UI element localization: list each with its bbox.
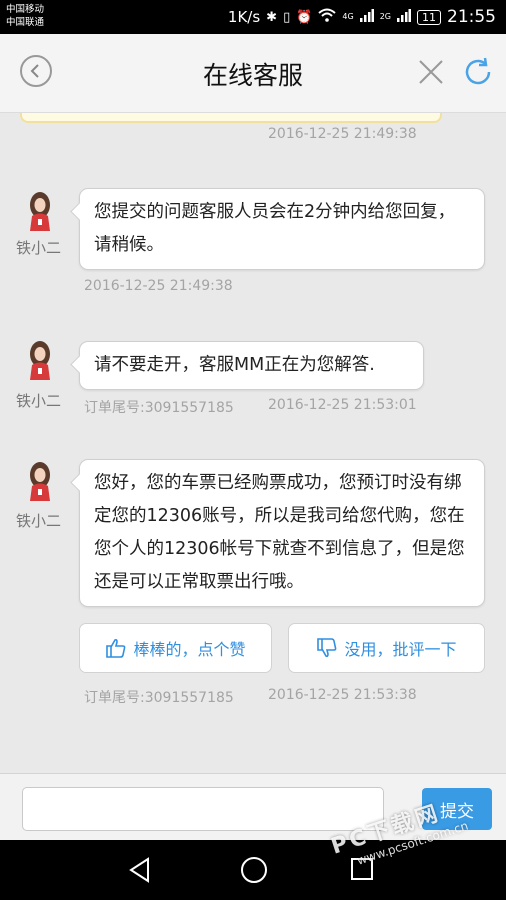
status-icons: 1K/s ✱ ▯ ⏰ 4G 2G 11 21:55 [228,6,496,28]
vibrate-icon: ▯ [283,9,291,25]
nav-home-icon[interactable] [239,855,269,885]
message-bubble: 请不要走开，客服MM正在为您解答. [79,341,424,390]
sender-name: 铁小二 [16,392,62,410]
message-timestamp: 2016-12-25 21:53:01 [268,397,417,413]
dislike-button-label: 没用，批评一下 [344,640,457,659]
bluetooth-icon: ✱ [266,9,278,25]
header: 在线客服 [0,34,506,113]
carrier-1: 中国移动 [6,4,45,15]
wifi-icon [318,8,337,26]
carrier-info: 中国移动 中国联通 [6,3,44,29]
thumbs-down-icon [317,638,337,658]
avatar [30,462,50,501]
order-number: 订单尾号:3091557185 [84,400,234,416]
chat-area[interactable]: 2016-12-25 21:49:38 铁小二 您提交的问题客服人员会在2分钟内… [0,113,506,773]
avatar [30,341,50,380]
message-bubble: 您好，您的车票已经购票成功，您预订时没有绑定您的12306账号，所以是我司给您代… [79,459,485,607]
message-bubble: 您提交的问题客服人员会在2分钟内给您回复，请稍候。 [79,188,485,270]
message-timestamp: 2016-12-25 21:53:38 [268,687,417,703]
message-input[interactable] [22,787,384,831]
message-timestamp: 2016-12-25 21:49:38 [84,278,233,294]
network-2g-label: 2G [379,12,391,21]
like-button-label: 棒棒的，点个赞 [133,640,246,659]
message-timestamp: 2016-12-25 21:49:38 [268,126,417,142]
network-speed: 1K/s [227,8,261,26]
dislike-button[interactable]: 没用，批评一下 [288,623,485,673]
alarm-icon: ⏰ [296,9,313,25]
nav-back-icon[interactable] [128,857,152,883]
carrier-2: 中国联通 [6,17,45,28]
refresh-icon[interactable] [462,56,494,88]
network-4g-label: 4G [342,12,354,21]
signal-icon [359,8,374,26]
signal-icon [397,8,411,26]
system-nav-bar [0,840,506,900]
thumbs-up-icon [106,638,126,658]
close-icon[interactable] [417,58,445,86]
status-bar: 中国移动 中国联通 1K/s ✱ ▯ ⏰ 4G 2G 11 21:55 [0,0,506,34]
avatar [30,192,50,231]
status-time: 21:55 [447,7,496,27]
order-number: 订单尾号:3091557185 [84,690,234,706]
battery-icon: 11 [417,9,441,25]
previous-message-bubble [20,113,442,123]
sender-name: 铁小二 [16,512,62,530]
like-button[interactable]: 棒棒的，点个赞 [79,623,272,673]
sender-name: 铁小二 [16,239,62,257]
